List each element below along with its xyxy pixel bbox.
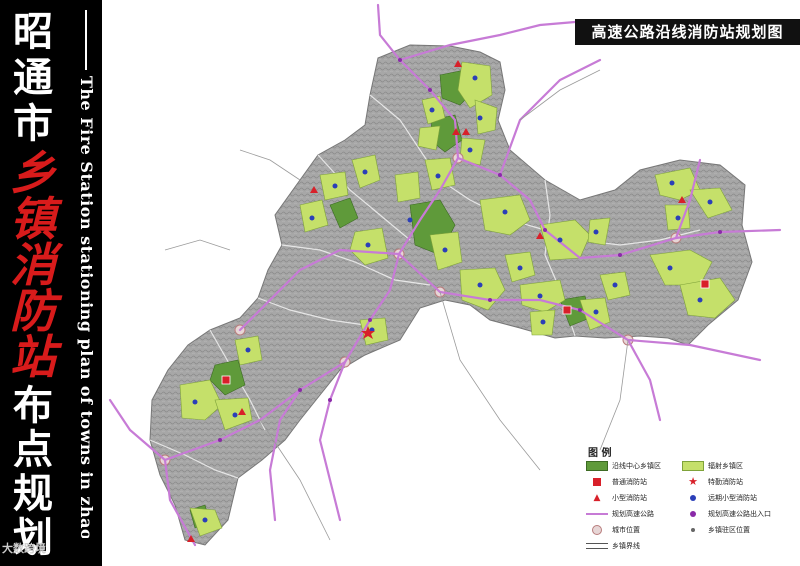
title-char-red: 消 <box>10 238 56 292</box>
title-char: 市 <box>13 101 53 147</box>
map-title: 高速公路沿线消防站规划图 <box>575 19 800 45</box>
title-char-red: 乡 <box>10 146 56 200</box>
legend-title: 图 例 <box>588 448 612 459</box>
title-char: 通 <box>13 55 53 101</box>
title-char: 点 <box>13 427 53 473</box>
legend-item: 乡镇驻区位置 <box>682 524 750 536</box>
title-char-red: 镇 <box>10 192 56 246</box>
legend-item: 普通消防站 <box>586 476 647 488</box>
red-triangle-icon: ▲ <box>593 493 601 503</box>
legend-label: 小型消防站 <box>612 494 647 502</box>
legend-item: ▲ 小型消防站 <box>586 492 647 504</box>
legend-label: 城市位置 <box>612 526 640 534</box>
legend-label: 特勤消防站 <box>708 478 743 486</box>
light-green-zone-icon <box>682 461 704 471</box>
double-line-icon <box>586 541 608 551</box>
title-char: 布 <box>13 383 53 429</box>
legend-item: 规划高速公路 <box>586 508 654 520</box>
legend-label: 乡镇界线 <box>612 542 640 550</box>
legend-item: 远期小型消防站 <box>682 492 757 504</box>
purple-dot-icon <box>682 509 704 519</box>
red-star-icon: ★ <box>688 475 698 488</box>
legend-item: 辐射乡镇区 <box>682 460 743 472</box>
title-char: 昭 <box>13 9 53 55</box>
title-char: 规 <box>13 471 53 517</box>
legend-item: 城市位置 <box>586 524 640 536</box>
legend-label: 普通消防站 <box>612 478 647 486</box>
dark-green-zone-icon <box>586 461 608 471</box>
legend-item: ★ 特勤消防站 <box>682 476 743 488</box>
blue-dot-icon <box>682 493 704 503</box>
legend-label: 远期小型消防站 <box>708 494 757 502</box>
legend: 图 例 沿线中心乡镇区 辐射乡镇区 普通消防站 ★ 特勤消防站 ▲ 小型消防站 … <box>586 444 800 562</box>
legend-item: 乡镇界线 <box>586 540 640 552</box>
legend-label: 规划高速公路出入口 <box>708 510 771 518</box>
small-dot-icon <box>682 525 704 535</box>
legend-label: 乡镇驻区位置 <box>708 526 750 534</box>
title-sidebar: 昭 通 市 乡 镇 消 防 站 布 点 规 划 The Fire Station… <box>0 0 102 566</box>
legend-item: 规划高速公路出入口 <box>682 508 771 520</box>
watermark: 大数跨境 <box>2 542 46 555</box>
legend-label: 沿线中心乡镇区 <box>612 462 661 470</box>
title-char-red: 防 <box>10 284 56 338</box>
red-square-icon <box>586 477 608 487</box>
legend-label: 规划高速公路 <box>612 510 654 518</box>
city-circle-icon <box>586 525 608 535</box>
title-char-red: 站 <box>10 330 56 384</box>
legend-item: 沿线中心乡镇区 <box>586 460 661 472</box>
legend-label: 辐射乡镇区 <box>708 462 743 470</box>
english-title: The Fire Station stationing plan of town… <box>62 10 96 538</box>
purple-line-icon <box>586 509 608 519</box>
